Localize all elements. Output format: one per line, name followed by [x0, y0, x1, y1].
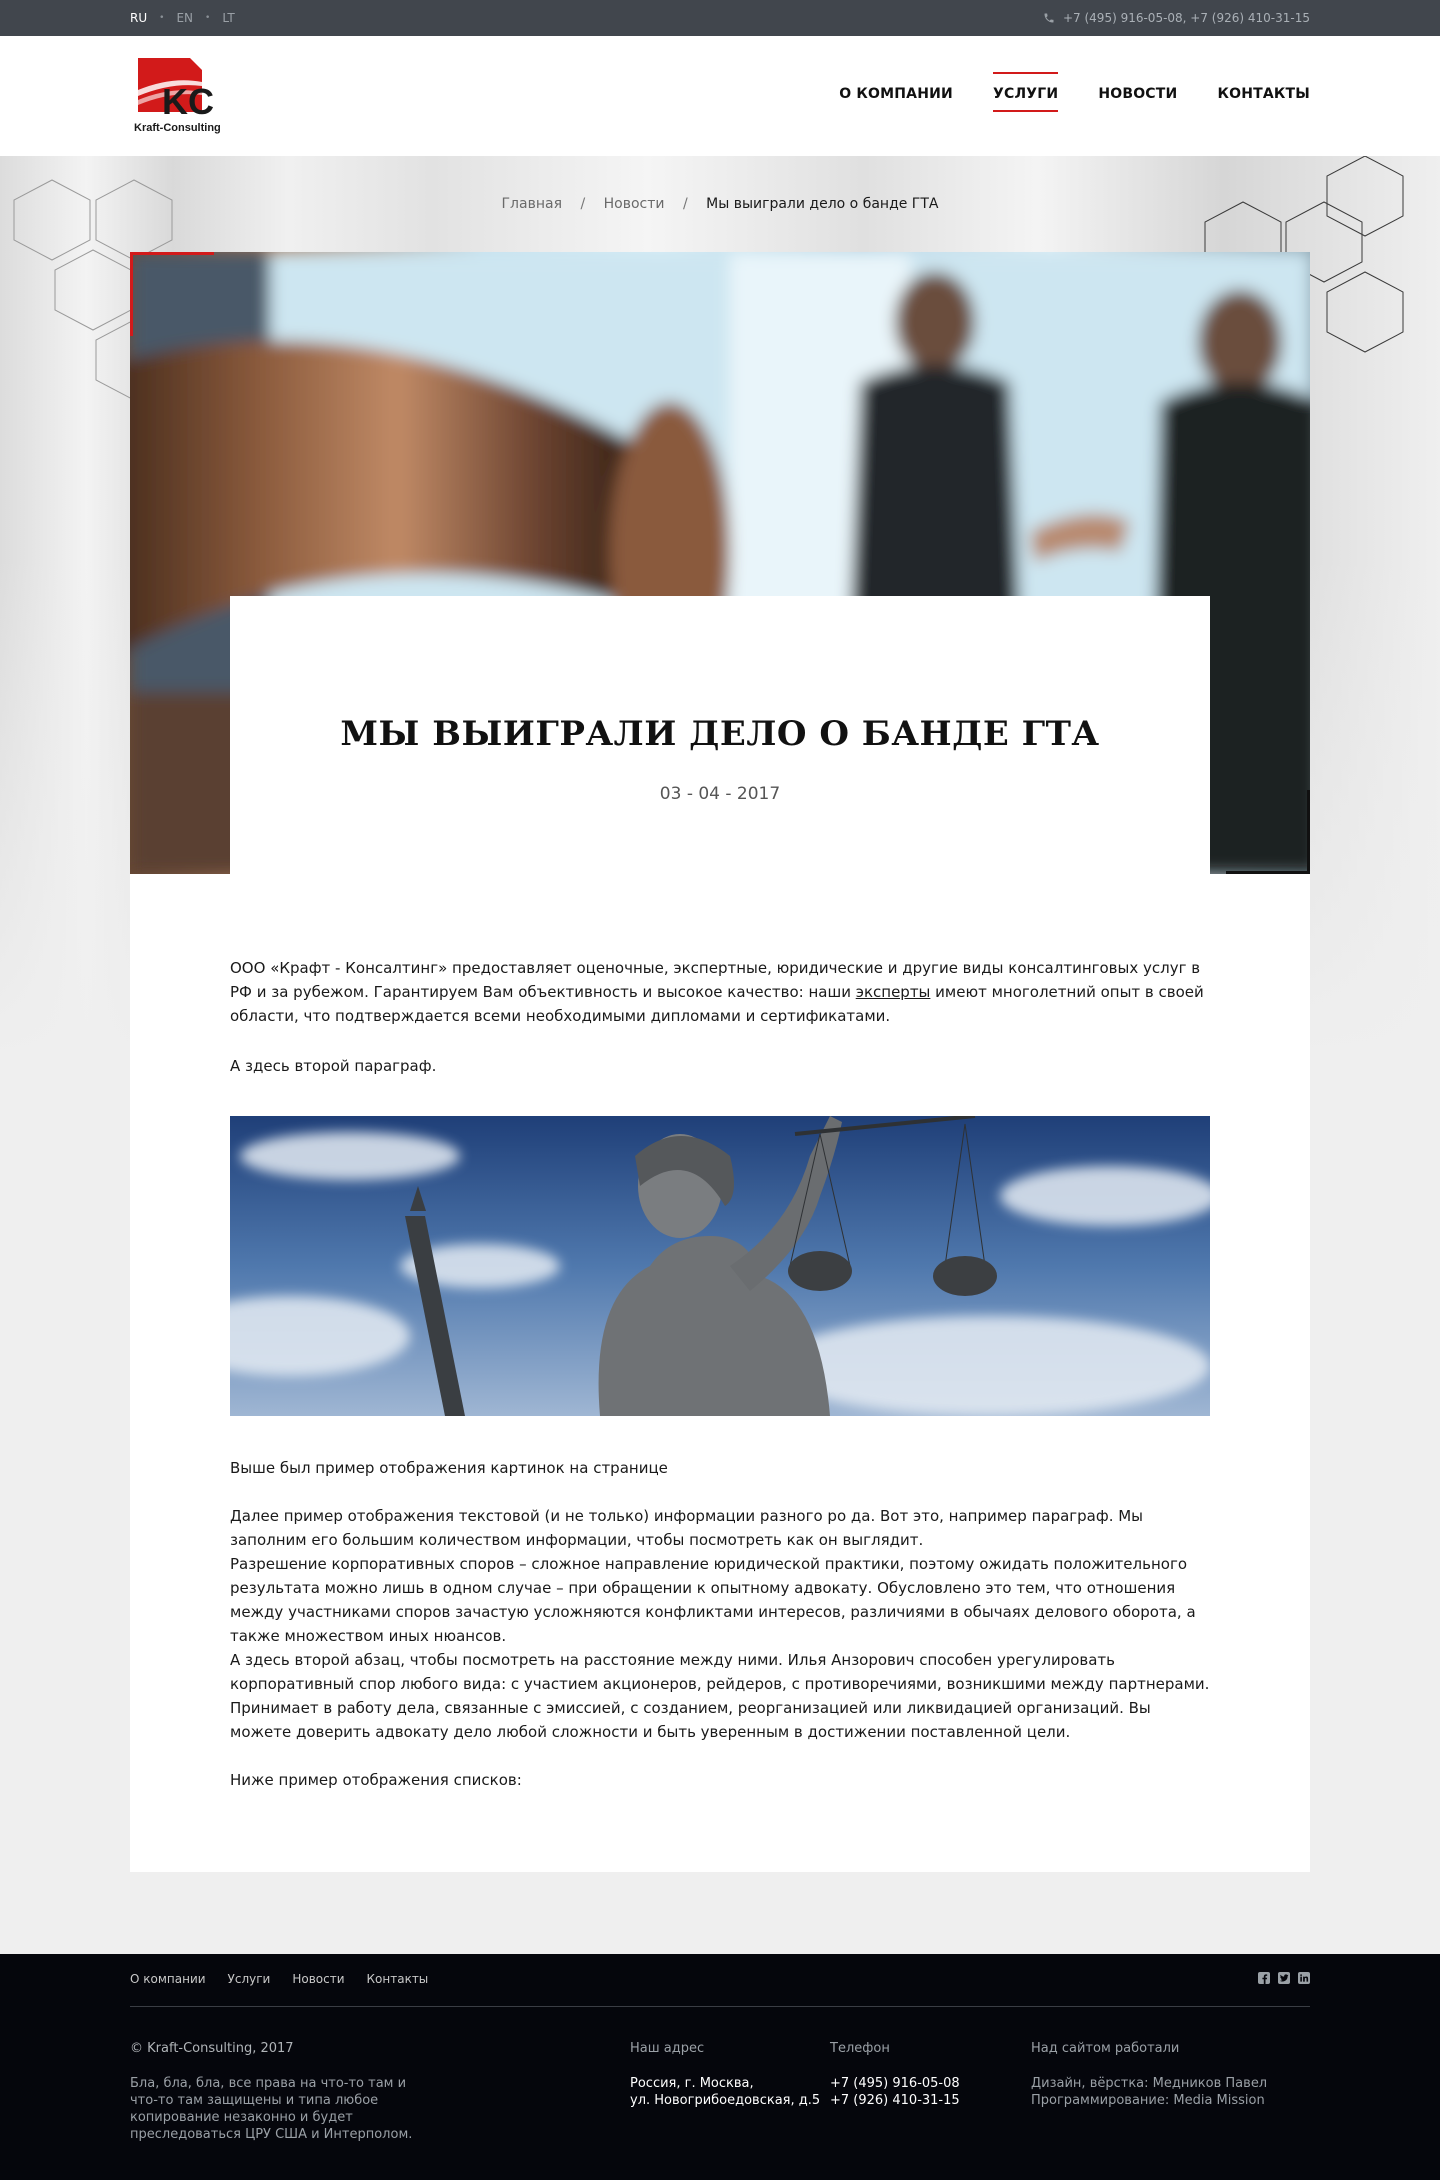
site-header: KC Kraft-Consulting О КОМПАНИИ УСЛУГИ НО…: [0, 36, 1440, 156]
nav-contacts[interactable]: КОНТАКТЫ: [1217, 86, 1310, 110]
footer-credits: Над сайтом работали Дизайн, вёрстка: Мед…: [1031, 2040, 1267, 2109]
red-corner-accent: [130, 252, 214, 336]
lang-lt[interactable]: LT: [222, 11, 234, 25]
address-line-1: Россия, г. Москва,: [630, 2076, 754, 2091]
linkedin-icon[interactable]: [1298, 1972, 1310, 1984]
facebook-icon[interactable]: [1258, 1972, 1270, 1984]
address-line-2: ул. Новогрибоедовская, д.5: [630, 2093, 821, 2108]
footer-nav-news[interactable]: Новости: [292, 1972, 344, 1986]
footer-phone: Телефон +7 (495) 916-05-08 +7 (926) 410-…: [830, 2040, 960, 2109]
phone-2[interactable]: +7 (926) 410-31-15: [830, 2092, 960, 2109]
nav-about[interactable]: О КОМПАНИИ: [839, 86, 953, 110]
top-bar: RU • EN • LT +7 (495) 916-05-08, +7 (926…: [0, 0, 1440, 36]
footer-nav-contacts[interactable]: Контакты: [367, 1972, 429, 1986]
legal-note: Бла, бла, бла, все права на что-то там и…: [130, 2076, 413, 2142]
svg-text:Kraft-Consulting: Kraft-Consulting: [134, 122, 221, 134]
breadcrumb-separator: /: [580, 196, 586, 212]
lang-ru[interactable]: RU: [130, 11, 147, 25]
footer-nav-about[interactable]: О компании: [130, 1972, 206, 1986]
footer-nav: О компании Услуги Новости Контакты: [130, 1972, 428, 1986]
footer-nav-services[interactable]: Услуги: [228, 1972, 271, 1986]
credit-programming: Программирование: Media Mission: [1031, 2093, 1265, 2108]
lang-en[interactable]: EN: [176, 11, 193, 25]
twitter-icon[interactable]: [1278, 1972, 1290, 1984]
language-switcher: RU • EN • LT: [130, 11, 235, 25]
phone-icon: [1044, 13, 1054, 23]
article-paragraph-3: Выше был пример отображения картинок на …: [230, 1459, 668, 1477]
breadcrumb-current: Мы выиграли дело о банде ГТА: [706, 196, 939, 212]
phone-label: Телефон: [830, 2041, 890, 2056]
svg-text:KC: KC: [162, 81, 214, 122]
article-date: 03 - 04 - 2017: [659, 784, 781, 804]
breadcrumb: Главная / Новости / Мы выиграли дело о б…: [0, 196, 1440, 212]
paragraph-text: Далее пример отображения текстовой (и не…: [230, 1507, 1144, 1549]
footer-divider: [130, 2006, 1310, 2007]
article-title-card: МЫ ВЫИГРАЛИ ДЕЛО О БАНДЕ ГТА 03 - 04 - 2…: [230, 596, 1210, 874]
paragraph-text: Разрешение корпоративных споров – сложно…: [230, 1555, 1196, 1645]
lady-justice-illustration: [230, 1116, 1210, 1416]
breadcrumb-home[interactable]: Главная: [502, 196, 562, 212]
main-nav: О КОМПАНИИ УСЛУГИ НОВОСТИ КОНТАКТЫ: [839, 72, 1310, 112]
footer-copyright: © Kraft-Consulting, 2017 Бла, бла, бла, …: [130, 2040, 420, 2143]
top-phones: +7 (495) 916-05-08, +7 (926) 410-31-15: [1043, 11, 1310, 25]
article-paragraph-2: А здесь второй параграф.: [230, 1057, 437, 1075]
breadcrumb-news[interactable]: Новости: [604, 196, 665, 212]
logo-mark: KC Kraft-Consulting: [134, 58, 221, 134]
social-links: [1258, 1972, 1310, 1984]
dark-corner-accent: [1226, 790, 1310, 874]
credits-label: Над сайтом работали: [1031, 2041, 1180, 2056]
article-paragraph-5: А здесь второй абзац, чтобы посмотреть н…: [230, 1651, 1210, 1741]
site-footer: О компании Услуги Новости Контакты © Kra…: [0, 1954, 1440, 2180]
logo[interactable]: KC Kraft-Consulting: [132, 56, 232, 136]
article-paragraph-4: Далее пример отображения текстовой (и не…: [230, 1504, 1210, 1648]
experts-link[interactable]: эксперты: [856, 983, 931, 1001]
article-title: МЫ ВЫИГРАЛИ ДЕЛО О БАНДЕ ГТА: [340, 714, 1100, 754]
breadcrumb-separator: /: [682, 196, 688, 212]
article-paragraph-6: Ниже пример отображения списков:: [230, 1771, 522, 1789]
nav-services[interactable]: УСЛУГИ: [992, 72, 1059, 112]
nav-news[interactable]: НОВОСТИ: [1098, 86, 1177, 110]
article-paragraph-1: ООО «Крафт - Консалтинг» предоставляет о…: [230, 956, 1210, 1028]
top-phones-text: +7 (495) 916-05-08, +7 (926) 410-31-15: [1062, 11, 1310, 25]
lang-separator: •: [159, 13, 165, 23]
credit-design: Дизайн, вёрстка: Медников Павел: [1031, 2076, 1268, 2091]
footer-address: Наш адрес Россия, г. Москва, ул. Новогри…: [630, 2040, 820, 2109]
copyright-text: © Kraft-Consulting, 2017: [130, 2041, 294, 2056]
phone-1[interactable]: +7 (495) 916-05-08: [830, 2075, 960, 2092]
address-label: Наш адрес: [630, 2041, 705, 2056]
lady-justice-image: [230, 1116, 1210, 1416]
article-content: ООО «Крафт - Консалтинг» предоставляет о…: [130, 874, 1310, 1872]
lang-separator: •: [205, 13, 211, 23]
